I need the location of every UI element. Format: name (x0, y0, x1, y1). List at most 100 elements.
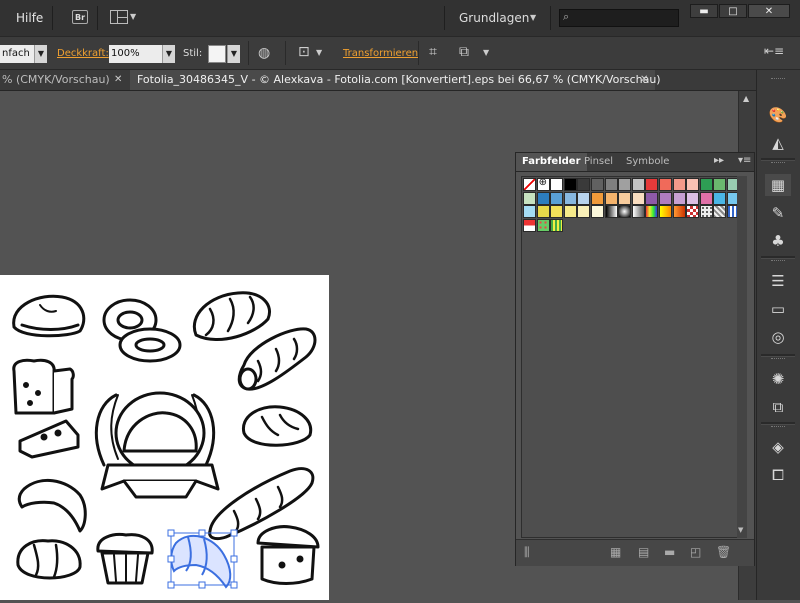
swatch[interactable] (536, 191, 550, 205)
swatch[interactable] (604, 191, 618, 205)
close-tab-icon[interactable]: ✕ (640, 70, 648, 90)
swatch[interactable] (659, 178, 672, 191)
swatch-pattern-dots[interactable] (699, 205, 713, 219)
swatch[interactable] (686, 178, 700, 191)
chevron-down-icon[interactable]: ▼ (530, 13, 536, 22)
close-tab-icon[interactable]: ✕ (114, 70, 122, 90)
bread-loaf-icon[interactable] (12, 294, 86, 338)
isolate-group-icon[interactable]: ⌗ (429, 44, 437, 60)
swatch[interactable] (699, 191, 713, 205)
swatch[interactable] (672, 191, 686, 205)
swatch[interactable] (713, 191, 727, 205)
dock-grip[interactable] (771, 78, 785, 80)
panel-menu-icon[interactable]: ▾≡ (738, 155, 751, 166)
object-options-icon[interactable]: ⧉ (459, 44, 469, 60)
layers-icon[interactable]: ◈ (765, 436, 791, 458)
show-kinds-icon[interactable]: ▦ (610, 545, 621, 559)
scroll-up-icon[interactable]: ▲ (743, 94, 749, 103)
chevron-down-icon[interactable]: ▼ (227, 45, 240, 63)
swatch[interactable] (550, 191, 564, 205)
toast-loaf-icon[interactable] (12, 358, 75, 415)
bridge-icon[interactable]: Br (72, 10, 88, 24)
close-window-button[interactable]: ✕ (748, 4, 790, 18)
tab-swatches[interactable]: Farbfelder (516, 153, 587, 171)
swatch-registration[interactable]: ⊕ (536, 177, 550, 191)
swatch-grad-rainbow[interactable] (645, 205, 659, 219)
swatch[interactable] (591, 178, 604, 191)
gradient-icon[interactable]: ▭ (765, 298, 791, 320)
swatch[interactable] (618, 191, 632, 205)
transform-link[interactable]: Transformieren (343, 48, 418, 59)
croissant-icon[interactable] (17, 478, 87, 533)
maximize-button[interactable]: □ (719, 4, 747, 18)
artboards-icon[interactable]: ⧠ (765, 464, 791, 486)
swatch[interactable] (699, 178, 713, 191)
swatch[interactable] (645, 191, 659, 205)
swatch-none[interactable] (523, 178, 536, 191)
tab-brushes[interactable]: Pinsel (578, 153, 619, 171)
swatch-pattern-flag[interactable] (523, 218, 536, 232)
swatch[interactable] (563, 191, 577, 205)
dock-grip[interactable] (771, 162, 785, 164)
minimize-button[interactable]: ▬ (690, 4, 718, 18)
scroll-down-icon[interactable]: ▼ (738, 526, 743, 534)
swatch[interactable] (550, 205, 564, 219)
cheese-wedge-icon[interactable] (18, 419, 80, 459)
opacity-label[interactable]: Deckkraft: (57, 48, 109, 59)
swatch[interactable] (563, 178, 577, 191)
swatch[interactable] (631, 178, 645, 191)
dock-grip[interactable] (771, 260, 785, 262)
round-loaf-icon[interactable] (242, 405, 313, 447)
swatch[interactable] (713, 178, 727, 191)
color-palette-icon[interactable]: 🎨 (765, 104, 791, 126)
swatch[interactable] (563, 205, 577, 219)
symbols-icon[interactable]: ♣ (765, 230, 791, 252)
new-color-group-icon[interactable]: ▬ (664, 545, 675, 559)
document-tab-2[interactable]: Fotolia_30486345_V - © Alexkava - Fotoli… (130, 70, 661, 90)
opacity-input[interactable]: 100% (109, 45, 162, 63)
swatch[interactable] (631, 191, 645, 205)
artboard[interactable] (0, 275, 329, 600)
align-to-icon[interactable]: ⊡ (298, 44, 310, 60)
bun-icon[interactable] (16, 539, 82, 580)
chevron-down-icon[interactable]: ▼ (130, 12, 136, 21)
swatch-grad-gray[interactable] (631, 205, 645, 219)
swatch-options-icon[interactable]: ▤ (638, 545, 649, 559)
swatch-libraries-icon[interactable]: ⫼ (524, 545, 530, 560)
transparency-icon[interactable]: ◎ (765, 326, 791, 348)
menu-help[interactable]: Hilfe (16, 11, 43, 25)
chevron-down-icon[interactable]: ▼ (162, 45, 175, 63)
variable-width-profile-field[interactable]: nfach (0, 45, 34, 63)
swatch-pattern-flowers[interactable] (536, 218, 550, 232)
collapse-panel-icon[interactable]: ▸▸ (714, 155, 724, 166)
swatch[interactable] (686, 191, 700, 205)
panettone-icon[interactable] (256, 525, 320, 585)
tab-symbols[interactable]: Symbole (620, 153, 675, 171)
swatch-grad-yellow[interactable] (659, 205, 672, 219)
swatch[interactable] (618, 178, 632, 191)
swatch[interactable] (577, 178, 591, 191)
baguette-icon[interactable] (237, 327, 317, 391)
swatch-grad-radial[interactable] (618, 205, 632, 219)
graphic-styles-icon[interactable]: ⧉ (765, 396, 791, 418)
muffin-icon[interactable] (96, 533, 154, 585)
chevron-down-icon[interactable]: ▼ (316, 48, 322, 57)
swatch[interactable] (672, 178, 686, 191)
ring-roll-icon[interactable] (102, 298, 182, 363)
new-swatch-icon[interactable]: ◰ (690, 545, 701, 559)
dock-grip[interactable] (771, 358, 785, 360)
brushes-icon[interactable]: ✎ (765, 202, 791, 224)
swatch[interactable] (536, 205, 550, 219)
swatch-grad-orange[interactable] (672, 205, 686, 219)
swatch-pattern-stripe[interactable] (713, 205, 727, 219)
panel-scrollbar[interactable]: ▼ (737, 176, 747, 538)
swatch[interactable] (604, 178, 618, 191)
panel-menu-icon[interactable]: ⇤≡ (764, 44, 784, 58)
swatch[interactable] (550, 178, 564, 191)
chevron-down-icon[interactable]: ▼ (483, 48, 489, 57)
document-tab-1[interactable]: % (CMYK/Vorschau) ✕ (0, 70, 130, 90)
stroke-icon[interactable]: ☰ (765, 270, 791, 292)
recolor-artwork-icon[interactable]: ◍ (258, 45, 270, 61)
swatch[interactable] (577, 205, 591, 219)
swatch[interactable] (659, 191, 672, 205)
